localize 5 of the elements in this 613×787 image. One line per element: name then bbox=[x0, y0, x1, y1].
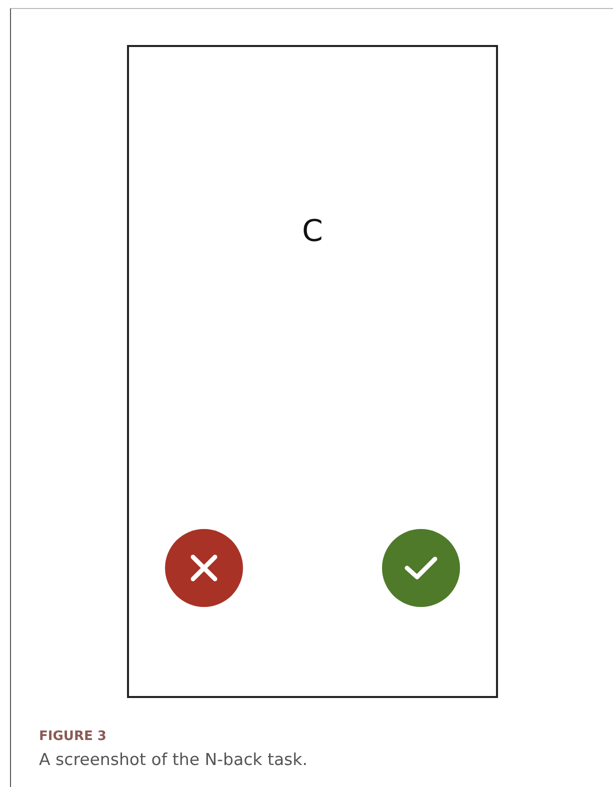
figure-caption: A screenshot of the N-back task. bbox=[39, 748, 308, 770]
stimulus-letter: C bbox=[302, 217, 323, 247]
figure-label: FIGURE 3 bbox=[39, 729, 108, 745]
check-icon bbox=[404, 555, 438, 581]
close-icon bbox=[189, 553, 219, 583]
